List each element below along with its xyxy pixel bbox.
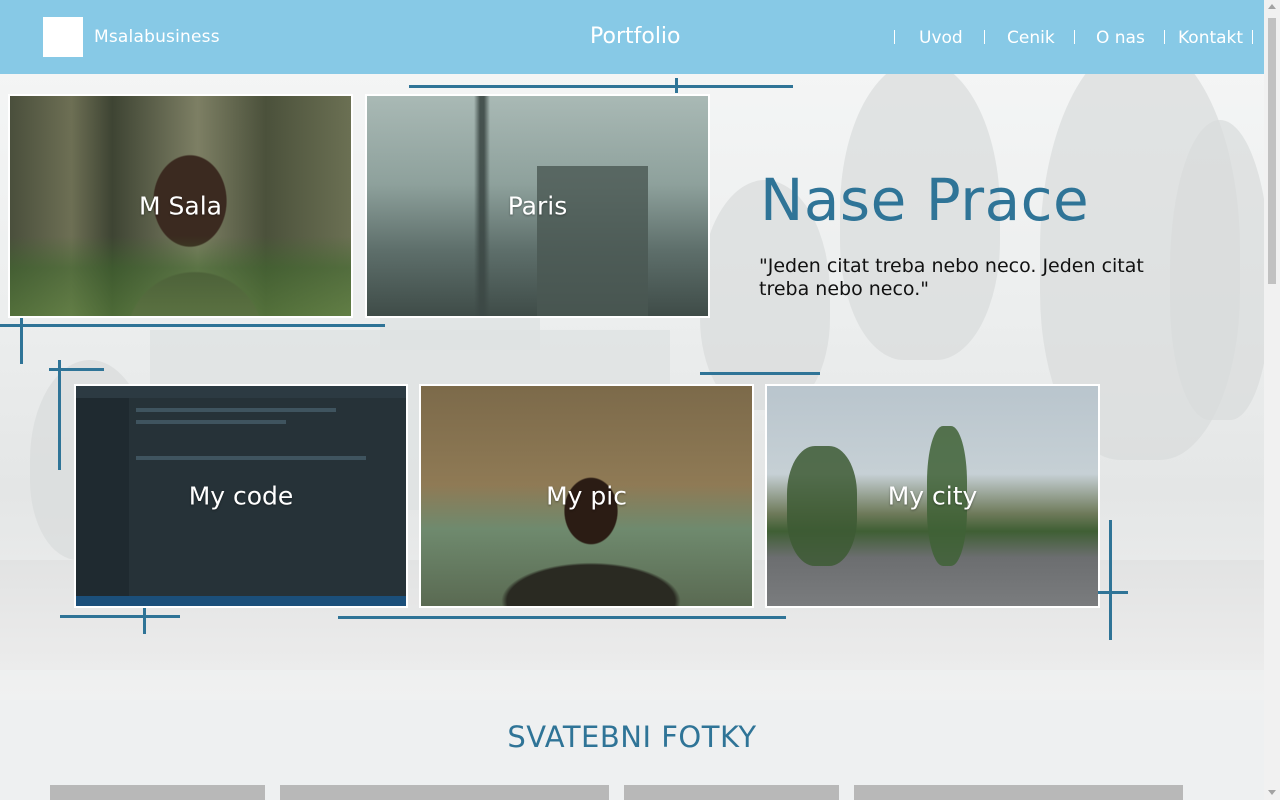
code-line xyxy=(136,456,366,460)
nav-item-o-nas[interactable]: O nas xyxy=(1096,28,1145,48)
decor-line xyxy=(60,615,180,618)
portfolio-card-m-sala[interactable]: M Sala xyxy=(8,94,353,318)
portfolio-card-my-pic[interactable]: My pic xyxy=(419,384,754,608)
decor-line xyxy=(143,608,146,634)
gallery-thumb[interactable] xyxy=(854,785,1183,800)
nav-divider xyxy=(1252,30,1253,44)
nav-divider xyxy=(1074,30,1075,44)
decor-line xyxy=(409,85,793,88)
nav-divider xyxy=(984,30,985,44)
brand-name[interactable]: Msalabusiness xyxy=(94,27,220,47)
decor-line xyxy=(58,360,61,470)
section-heading: Nase Prace xyxy=(760,166,1090,234)
portfolio-card-paris[interactable]: Paris xyxy=(365,94,710,318)
editor-titlebar xyxy=(76,386,406,398)
nav-item-uvod[interactable]: Uvod xyxy=(919,28,963,48)
card-label: My code xyxy=(188,481,294,511)
code-line xyxy=(136,408,336,412)
scroll-up-arrow-icon[interactable] xyxy=(1268,4,1276,9)
decor-line xyxy=(1109,520,1112,640)
decor-line xyxy=(20,318,23,364)
grass-overlay xyxy=(10,236,351,316)
decor-line xyxy=(338,616,786,619)
decor-line xyxy=(675,78,678,93)
code-line xyxy=(136,420,286,424)
scroll-down-arrow-icon[interactable] xyxy=(1268,790,1276,795)
nav-divider xyxy=(1164,30,1165,44)
hero-quote: "Jeden citat treba nebo neco. Jeden cita… xyxy=(759,255,1144,300)
nav-item-kontakt[interactable]: Kontakt xyxy=(1178,28,1243,48)
nav-item-cenik[interactable]: Cenik xyxy=(1007,28,1055,48)
decor-line xyxy=(0,324,385,327)
card-label: My city xyxy=(887,481,978,511)
logo-icon[interactable] xyxy=(43,17,83,57)
portfolio-card-my-code[interactable]: My code xyxy=(74,384,408,608)
card-label: My pic xyxy=(546,481,627,511)
gallery-thumb[interactable] xyxy=(624,785,839,800)
page-title: Portfolio xyxy=(590,24,681,49)
decor-line xyxy=(1098,591,1128,594)
nav-divider xyxy=(894,30,895,44)
section-title: SVATEBNI FOTKY xyxy=(507,720,757,754)
card-label: M Sala xyxy=(139,191,222,221)
scroll-thumb[interactable] xyxy=(1268,18,1276,284)
gallery-thumb[interactable] xyxy=(280,785,609,800)
card-label: Paris xyxy=(507,191,568,221)
decor-line xyxy=(700,372,820,375)
portfolio-card-my-city[interactable]: My city xyxy=(765,384,1100,608)
building-shape xyxy=(537,166,648,316)
top-navbar: Msalabusiness Portfolio Uvod Cenik O nas… xyxy=(0,0,1264,74)
vertical-scrollbar[interactable] xyxy=(1264,0,1280,800)
editor-taskbar xyxy=(76,596,406,606)
gallery-thumb[interactable] xyxy=(50,785,265,800)
